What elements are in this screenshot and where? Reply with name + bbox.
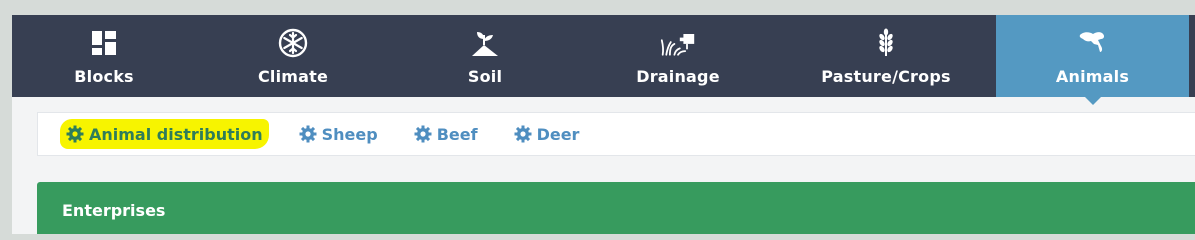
nav-item-soil[interactable]: Soil (390, 15, 580, 97)
gear-icon (514, 125, 532, 143)
nav-item-pasture-crops[interactable]: Pasture/Crops (776, 15, 996, 97)
nav-item-label: Climate (257, 67, 329, 86)
nav-item-label: Pasture/Crops (821, 67, 951, 86)
section-title: Enterprises (62, 201, 166, 220)
nav-item-animals[interactable]: Animals (996, 15, 1189, 105)
nav-edge (1189, 15, 1195, 97)
soil-sprout-icon (467, 28, 503, 58)
nav-item-label: Animals (1055, 67, 1130, 86)
nav-item-label: Blocks (74, 67, 134, 86)
main-content: Blocks Climate Soil Drainage Pasture/Cro… (12, 15, 1195, 234)
gear-icon (414, 125, 432, 143)
sub-nav: Animal distribution Sheep Beef Deer (37, 112, 1195, 156)
nav-item-label: Soil (467, 67, 503, 86)
subnav-sheep[interactable]: Sheep (293, 119, 384, 149)
animals-icon (1075, 28, 1111, 58)
window-edge-top (0, 0, 1195, 15)
drainage-icon (660, 28, 696, 58)
subnav-label: Deer (536, 124, 580, 144)
subnav-label: Animal distribution (89, 124, 263, 144)
subnav-deer[interactable]: Deer (508, 119, 586, 149)
blocks-icon (86, 28, 122, 58)
snowflake-icon (275, 28, 311, 58)
subnav-animal-distribution[interactable]: Animal distribution (60, 119, 269, 149)
gear-icon (66, 125, 84, 143)
main-nav: Blocks Climate Soil Drainage Pasture/Cro… (12, 15, 1195, 105)
subnav-label: Sheep (321, 124, 378, 144)
page: Blocks Climate Soil Drainage Pasture/Cro… (0, 0, 1195, 234)
gear-icon (299, 125, 317, 143)
nav-item-drainage[interactable]: Drainage (580, 15, 776, 97)
enterprises-panel-header[interactable]: Enterprises (37, 182, 1195, 234)
subnav-label: Beef (436, 124, 478, 144)
wheat-icon (868, 28, 904, 58)
nav-item-climate[interactable]: Climate (196, 15, 390, 97)
nav-item-label: Drainage (636, 67, 720, 86)
subnav-beef[interactable]: Beef (408, 119, 484, 149)
nav-item-blocks[interactable]: Blocks (12, 15, 196, 97)
window-edge-left (0, 0, 12, 234)
